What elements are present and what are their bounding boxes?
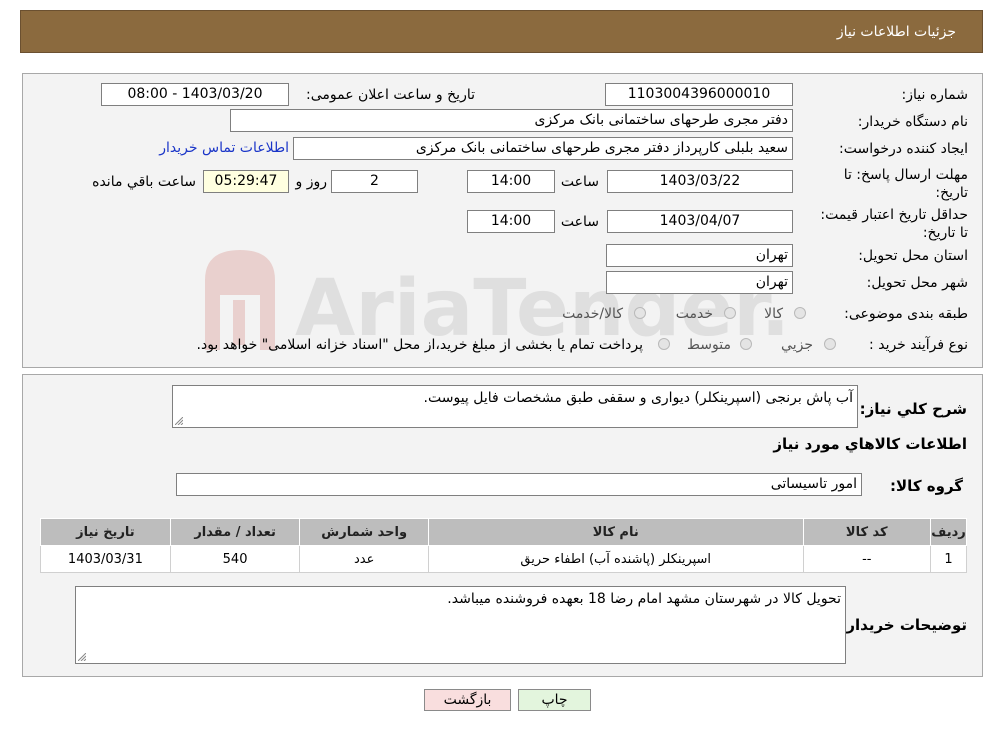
payment-note-radio[interactable] — [658, 338, 670, 350]
goods-group-label: گروه کالا: — [890, 477, 963, 495]
process-medium-label: متوسط — [687, 337, 731, 353]
col-unit-header: واحد شمارش — [299, 518, 429, 546]
resize-handle-icon[interactable] — [78, 653, 86, 661]
deadline-time-label: ساعت — [560, 174, 599, 190]
cell-date: 1403/03/31 — [40, 545, 171, 573]
category-service-radio[interactable] — [724, 307, 736, 319]
payment-note: پرداخت تمام یا بخشی از مبلغ خرید،از محل … — [196, 337, 643, 353]
category-label: طبقه بندی موضوعی: — [844, 306, 968, 322]
validity-date-field: 1403/04/07 — [607, 210, 793, 233]
col-name-header: نام کالا — [428, 518, 804, 546]
category-both-radio[interactable] — [634, 307, 646, 319]
col-row-header: رديف — [930, 518, 967, 546]
back-button[interactable]: بازگشت — [424, 689, 511, 711]
print-button[interactable]: چاپ — [518, 689, 591, 711]
buyer-notes-text: تحویل کالا در شهرستان مشهد امام رضا 18 ب… — [447, 591, 841, 607]
table-header-row: رديف کد کالا نام کالا واحد شمارش تعداد /… — [40, 518, 967, 546]
city-label: شهر محل تحویل: — [866, 275, 968, 291]
deadline-label: مهلت ارسال پاسخ: تا تاریخ: — [843, 167, 968, 201]
goods-info-title: اطلاعات کالاهاي مورد نياز — [773, 435, 967, 453]
buyer-contact-link[interactable]: اطلاعات تماس خریدار — [159, 140, 289, 156]
page-title: جزئیات اطلاعات نیاز — [836, 24, 956, 40]
goods-table: رديف کد کالا نام کالا واحد شمارش تعداد /… — [40, 518, 967, 573]
goods-group-field: امور تاسیساتی — [176, 473, 862, 496]
category-service-label: خدمت — [675, 306, 713, 322]
province-label: استان محل تحویل: — [858, 248, 968, 264]
need-number-label: شماره نیاز: — [901, 87, 969, 103]
remaining-label: ساعت باقي مانده — [92, 174, 196, 190]
buyer-label: نام دستگاه خریدار: — [857, 114, 968, 130]
validity-time-label: ساعت — [560, 214, 599, 230]
cell-unit: عدد — [299, 545, 429, 573]
process-minor-label: جزیي — [781, 337, 813, 353]
col-code-header: کد کالا — [802, 518, 932, 546]
deadline-time-field: 14:00 — [467, 170, 555, 193]
days-label: روز و — [295, 174, 328, 190]
category-goods-label: کالا — [764, 306, 783, 322]
creator-label: ایجاد کننده درخواست: — [839, 141, 968, 157]
page-header: جزئیات اطلاعات نیاز — [20, 10, 983, 53]
buyer-notes-field: تحویل کالا در شهرستان مشهد امام رضا 18 ب… — [75, 586, 846, 664]
cell-code: -- — [802, 545, 932, 573]
buyer-notes-label: توضيحات خريدار: — [840, 616, 967, 634]
resize-handle-icon[interactable] — [175, 417, 183, 425]
description-field: آب پاش برنجی (اسپرینکلر) دیواری و سقفی ط… — [172, 385, 858, 428]
buyer-field: دفتر مجری طرحهای ساختمانی بانک مرکزی — [230, 109, 793, 132]
col-date-header: تاريخ نياز — [40, 518, 171, 546]
category-both-label: کالا/خدمت — [562, 306, 623, 322]
cell-row: 1 — [930, 545, 967, 573]
validity-label: حداقل تاریخ اعتبار قیمت: تا تاریخ: — [820, 207, 968, 241]
description-label: شرح کلي نياز: — [859, 400, 967, 418]
table-row: 1 -- اسپرینکلر (پاشنده آب) اطفاء حریق عد… — [40, 545, 967, 573]
deadline-date-field: 1403/03/22 — [607, 170, 793, 193]
province-field: تهران — [606, 244, 793, 267]
cell-name: اسپرینکلر (پاشنده آب) اطفاء حریق — [428, 545, 804, 573]
creator-field: سعید بلبلی کارپرداز دفتر مجری طرحهای ساخ… — [293, 137, 793, 160]
announce-label: تاریخ و ساعت اعلان عمومی: — [306, 87, 475, 103]
validity-time-field: 14:00 — [467, 210, 555, 233]
process-label: نوع فرآیند خرید : — [869, 337, 968, 353]
process-medium-radio[interactable] — [740, 338, 752, 350]
remaining-time-field: 05:29:47 — [203, 170, 289, 193]
city-field: تهران — [606, 271, 793, 294]
col-quantity-header: تعداد / مقدار — [169, 518, 301, 546]
process-minor-radio[interactable] — [824, 338, 836, 350]
need-number-field: 1103004396000010 — [605, 83, 793, 106]
category-goods-radio[interactable] — [794, 307, 806, 319]
days-field: 2 — [331, 170, 418, 193]
description-text: آب پاش برنجی (اسپرینکلر) دیواری و سقفی ط… — [423, 390, 853, 406]
announce-field: 1403/03/20 - 08:00 — [101, 83, 289, 106]
cell-quantity: 540 — [169, 545, 301, 573]
